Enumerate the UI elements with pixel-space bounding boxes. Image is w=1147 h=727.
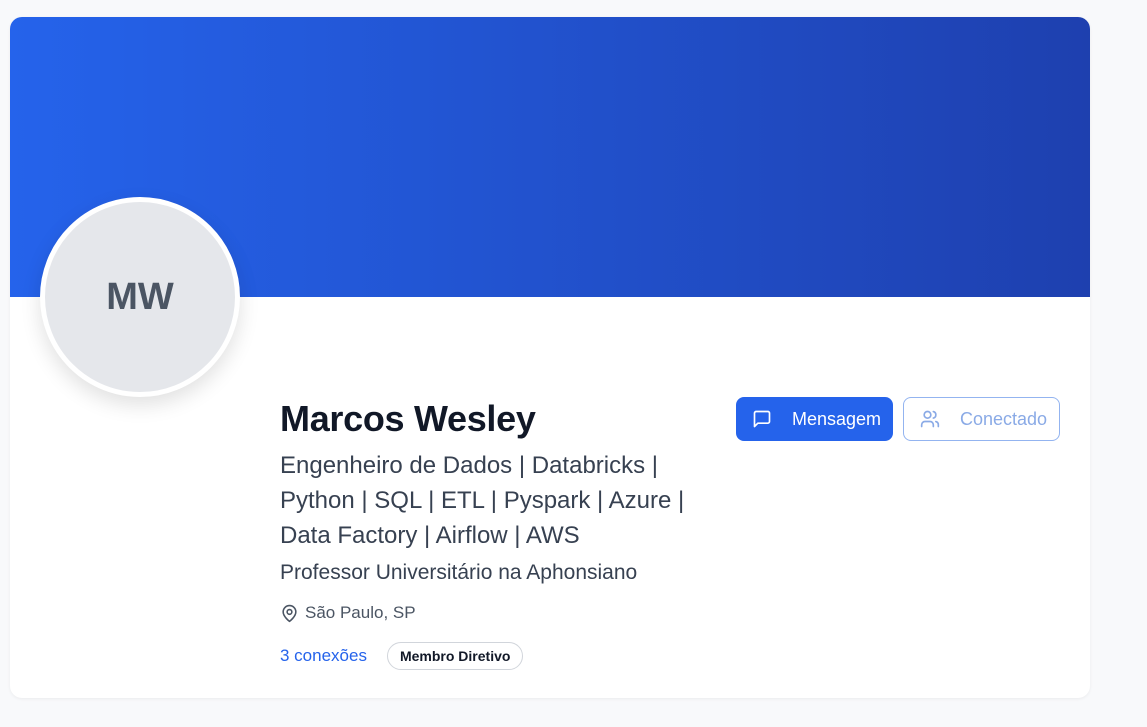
profile-location: São Paulo, SP bbox=[280, 603, 416, 623]
users-icon bbox=[920, 409, 940, 429]
message-button[interactable]: Mensagem bbox=[736, 397, 893, 441]
avatar-initials: MW bbox=[106, 275, 174, 318]
profile-headline: Engenheiro de Dados | Databricks | Pytho… bbox=[280, 452, 685, 549]
connections-link[interactable]: 3 conexões bbox=[280, 646, 367, 666]
avatar: MW bbox=[40, 197, 240, 397]
profile-name: Marcos Wesley bbox=[280, 398, 536, 439]
profile-meta: 3 conexões Membro Diretivo bbox=[280, 642, 524, 670]
profile-subtitle: Professor Universitário na Aphonsiano bbox=[280, 561, 638, 584]
map-pin-icon bbox=[280, 604, 299, 623]
connected-button-label: Conectado bbox=[960, 408, 1048, 429]
location-text: São Paulo, SP bbox=[305, 603, 416, 622]
message-square-icon bbox=[752, 409, 772, 429]
role-badge: Membro Diretivo bbox=[386, 642, 524, 670]
connected-button[interactable]: Conectado bbox=[903, 397, 1060, 441]
message-button-label: Mensagem bbox=[792, 408, 882, 429]
